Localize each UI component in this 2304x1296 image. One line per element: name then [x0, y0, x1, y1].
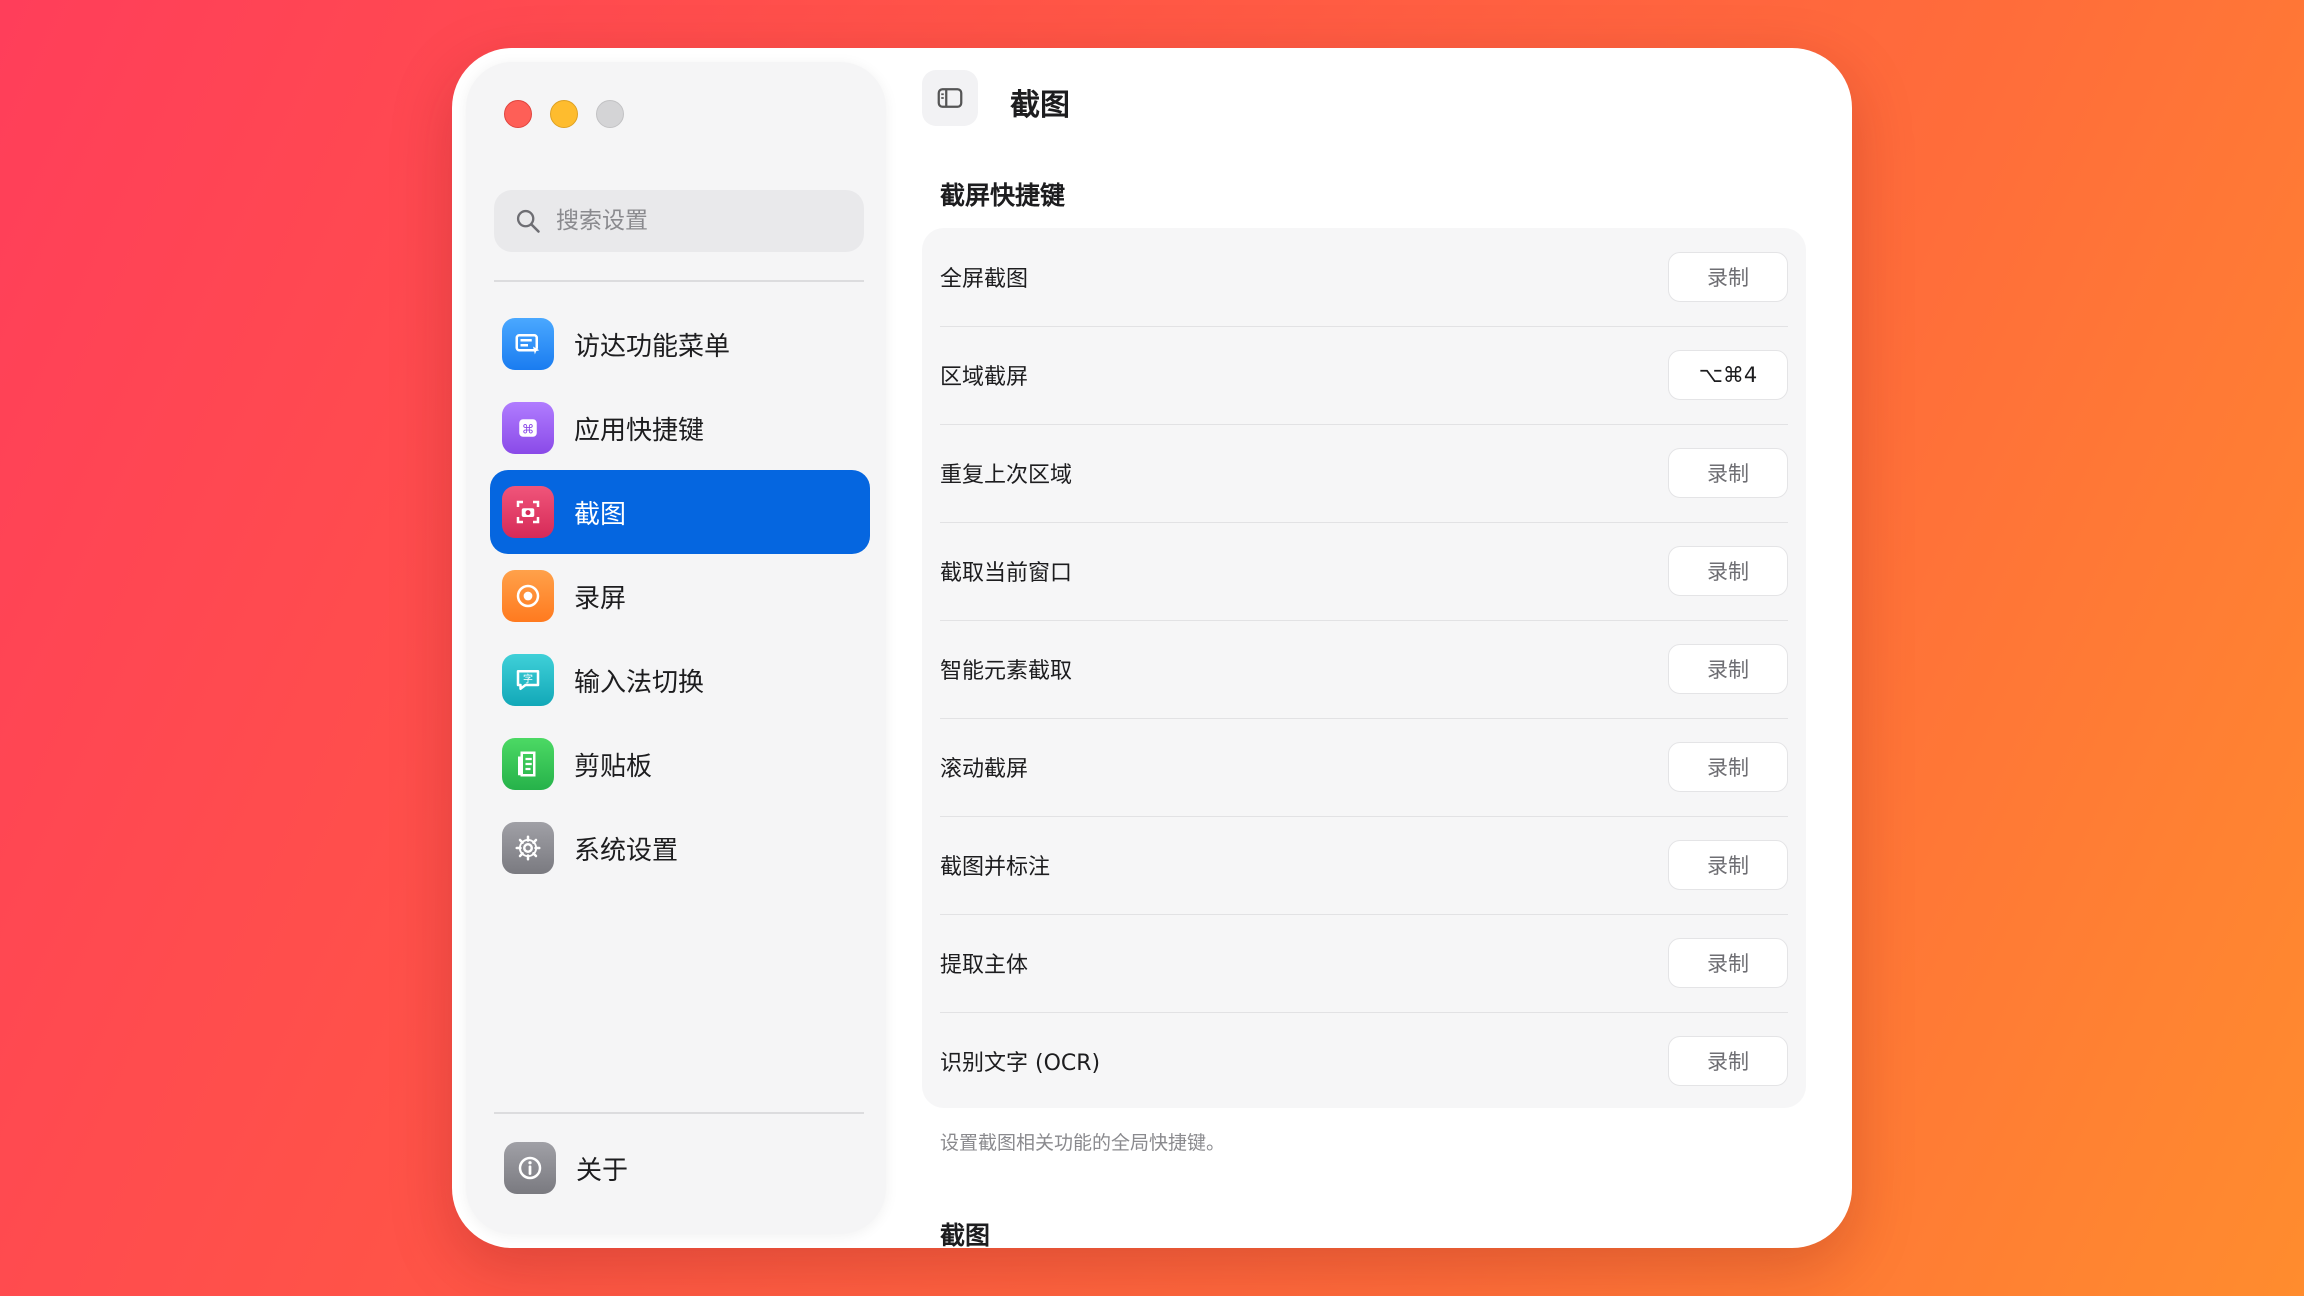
sidebar-item-app-shortcuts[interactable]: ⌘ 应用快捷键 [490, 386, 870, 470]
shortcut-row: 区域截屏 ⌥⌘4 [940, 326, 1788, 424]
record-shortcut-button[interactable]: 录制 [1668, 252, 1788, 302]
shortcut-key-button[interactable]: ⌥⌘4 [1668, 350, 1788, 400]
shortcut-label: 截取当前窗口 [940, 561, 1073, 586]
shortcut-label: 重复上次区域 [940, 463, 1073, 488]
sidebar-item-label: 录屏 [574, 583, 627, 614]
shortcuts-card: 全屏截图 录制 区域截屏 ⌥⌘4 重复上次区域 录制 截取当前窗口 录制 智能元… [922, 228, 1806, 1108]
sidebar-item-label: 剪贴板 [574, 751, 653, 782]
record-shortcut-button[interactable]: 录制 [1668, 742, 1788, 792]
gear-icon [502, 822, 554, 874]
info-icon [504, 1142, 556, 1194]
page-title: 截图 [1010, 88, 1070, 123]
record-shortcut-button[interactable]: 录制 [1668, 448, 1788, 498]
sidebar-item-label: 应用快捷键 [574, 415, 705, 446]
shortcut-label: 滚动截屏 [940, 757, 1029, 782]
sidebar: 访达功能菜单 ⌘ 应用快捷键 截图 录屏 [466, 62, 886, 1234]
settings-window: 访达功能菜单 ⌘ 应用快捷键 截图 录屏 [452, 48, 1852, 1248]
section-footnote: 设置截图相关功能的全局快捷键。 [940, 1132, 1226, 1154]
shortcut-label: 区域截屏 [940, 365, 1029, 390]
sidebar-item-label: 截图 [574, 499, 627, 530]
shortcut-label: 截图并标注 [940, 855, 1051, 880]
command-key-icon: ⌘ [502, 402, 554, 454]
close-button[interactable] [504, 100, 532, 128]
sidebar-item-label: 访达功能菜单 [574, 331, 731, 362]
shortcut-row: 识别文字 (OCR) 录制 [940, 1012, 1788, 1110]
sidebar-item-input-method[interactable]: 字 输入法切换 [490, 638, 870, 722]
zoom-button[interactable] [596, 100, 624, 128]
finder-menu-icon [502, 318, 554, 370]
record-shortcut-button[interactable]: 录制 [1668, 938, 1788, 988]
sidebar-item-system-settings[interactable]: 系统设置 [490, 806, 870, 890]
shortcut-label: 智能元素截取 [940, 659, 1073, 684]
sidebar-item-finder-menu[interactable]: 访达功能菜单 [490, 302, 870, 386]
shortcut-label: 识别文字 (OCR) [940, 1051, 1101, 1076]
sidebar-nav: 访达功能菜单 ⌘ 应用快捷键 截图 录屏 字 输入法切换 剪贴板 系统设置 [490, 302, 870, 890]
record-shortcut-button[interactable]: 录制 [1668, 546, 1788, 596]
search-icon [516, 209, 540, 233]
shortcut-row: 滚动截屏 录制 [940, 718, 1788, 816]
sidebar-item-label: 输入法切换 [574, 667, 705, 698]
shortcut-row: 重复上次区域 录制 [940, 424, 1788, 522]
sidebar-item-screen-record[interactable]: 录屏 [490, 554, 870, 638]
svg-text:字: 字 [523, 673, 533, 686]
section-title-screenshot: 截图 [940, 1221, 991, 1248]
clipboard-icon [502, 738, 554, 790]
screenshot-icon [502, 486, 554, 538]
input-method-icon: 字 [502, 654, 554, 706]
search-input[interactable] [556, 208, 856, 234]
record-icon [502, 570, 554, 622]
sidebar-item-about[interactable]: 关于 [504, 1142, 628, 1194]
main-content: 截图 截屏快捷键 全屏截图 录制 区域截屏 ⌥⌘4 重复上次区域 录制 截取当前… [912, 48, 1852, 1248]
shortcut-label: 提取主体 [940, 953, 1029, 978]
svg-text:⌘: ⌘ [522, 422, 535, 437]
shortcut-row: 截图并标注 录制 [940, 816, 1788, 914]
toggle-sidebar-button[interactable] [922, 70, 978, 126]
record-shortcut-button[interactable]: 录制 [1668, 1036, 1788, 1086]
record-shortcut-button[interactable]: 录制 [1668, 840, 1788, 890]
shortcut-row: 全屏截图 录制 [940, 228, 1788, 326]
shortcut-label: 全屏截图 [940, 267, 1029, 292]
shortcut-row: 提取主体 录制 [940, 914, 1788, 1012]
window-controls [504, 100, 624, 128]
sidebar-item-label: 系统设置 [574, 835, 679, 866]
sidebar-divider-bottom [494, 1112, 864, 1114]
record-shortcut-button[interactable]: 录制 [1668, 644, 1788, 694]
sidebar-item-label: 关于 [576, 1155, 629, 1186]
minimize-button[interactable] [550, 100, 578, 128]
sidebar-toggle-icon [937, 88, 963, 108]
sidebar-item-screenshot[interactable]: 截图 [490, 470, 870, 554]
shortcut-row: 截取当前窗口 录制 [940, 522, 1788, 620]
sidebar-item-clipboard[interactable]: 剪贴板 [490, 722, 870, 806]
sidebar-divider-top [494, 280, 864, 282]
shortcut-row: 智能元素截取 录制 [940, 620, 1788, 718]
search-field[interactable] [494, 190, 864, 252]
section-title-shortcuts: 截屏快捷键 [940, 181, 1066, 210]
